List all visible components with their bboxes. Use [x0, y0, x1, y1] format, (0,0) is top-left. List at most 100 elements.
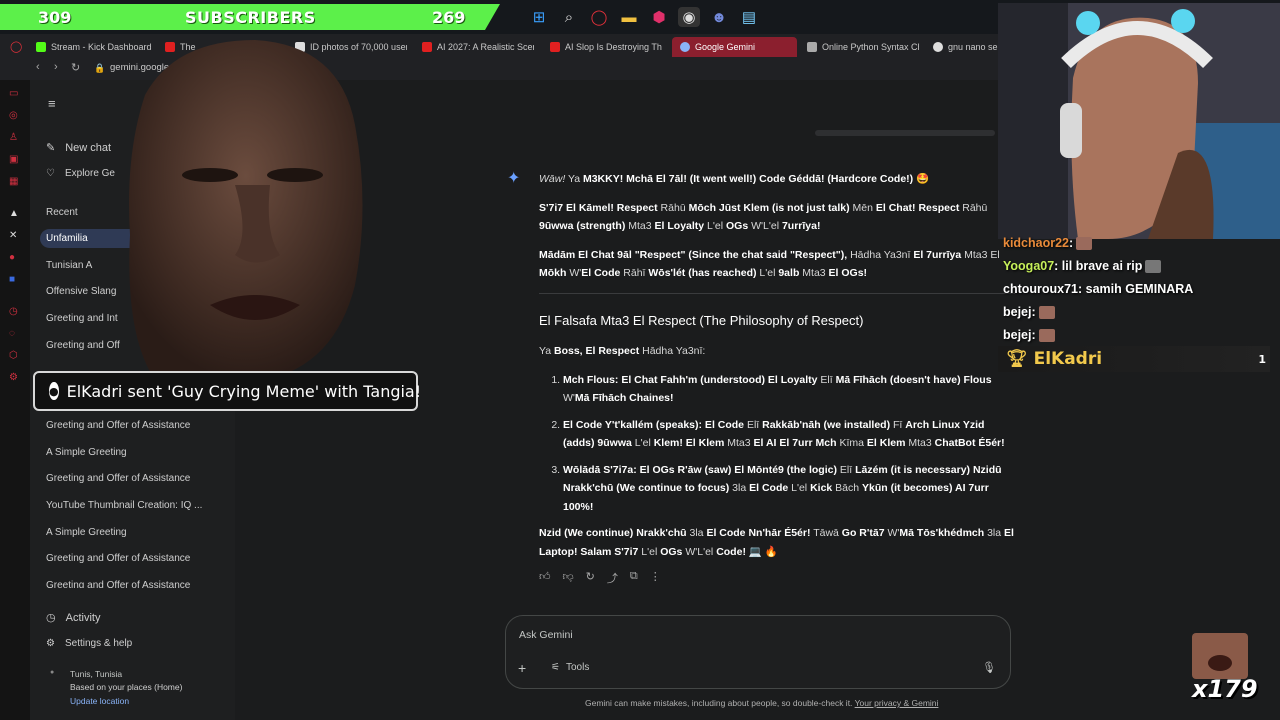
activity-button[interactable]: ◷ Activity	[46, 611, 100, 624]
sidebar-app-icon[interactable]: ▭	[9, 88, 18, 99]
opera-icon[interactable]: ◯	[588, 7, 610, 27]
more-icon[interactable]: ⋮	[650, 570, 661, 586]
emote-icon	[1076, 237, 1093, 251]
location-dot-icon: ●	[50, 669, 55, 676]
thumbs-down-icon[interactable]: 👎︎	[563, 570, 574, 586]
recent-chat-item[interactable]: Greeting and Int	[46, 313, 118, 324]
reload-icon[interactable]: ↻	[71, 61, 80, 74]
search-icon[interactable]: ⌕	[558, 7, 580, 27]
sidebar-app-icon[interactable]: ▣	[9, 154, 18, 165]
tab-ai-2027[interactable]: AI 2027: A Realistic Scen	[422, 37, 534, 57]
recent-chat-item[interactable]: A Simple Greeting	[46, 527, 127, 538]
donation-alert: ● ElKadri sent 'Guy Crying Meme' with Ta…	[33, 371, 421, 411]
sidebar-app-icon[interactable]: ◷	[9, 306, 18, 317]
recent-chat-item[interactable]: Greeting and Off	[46, 340, 120, 351]
response-actions: 👍︎ 👎︎ ↻ ⤴ ⧉ ⋮	[539, 570, 661, 586]
subscriber-goal-bar: 309 SUBSCRIBERS 269	[0, 4, 500, 30]
menu-icon[interactable]: ≡	[48, 96, 56, 111]
recent-chat-item[interactable]: Tunisian A	[46, 260, 92, 271]
explore-gems-button[interactable]: ♡ Explore Ge	[46, 168, 115, 179]
list-item: El Code Y't'kallém (speaks): El Code Elī…	[563, 416, 1015, 453]
back-icon[interactable]: ‹	[36, 61, 40, 73]
recent-chat-item[interactable]: Greeting and Offer of Assistance	[46, 553, 190, 564]
recent-chat-item[interactable]: Greeting and Offer of Assistance	[46, 473, 190, 484]
recent-chat-item[interactable]: Greeting and Offer of Assistance	[46, 580, 190, 588]
user-prompt-bubble	[815, 130, 995, 136]
mic-icon[interactable]: 🎙︎	[982, 661, 996, 674]
subscriber-count-left: 309	[38, 7, 72, 27]
sidebar-app-icon[interactable]: ▲	[9, 208, 19, 219]
gemini-spark-icon: ✦	[507, 170, 521, 187]
kick-icon	[36, 42, 46, 52]
sidebar-app-icon[interactable]: ◌	[9, 328, 15, 339]
settings-help-button[interactable]: ⚙ Settings & help	[46, 638, 132, 649]
prompt-input-box[interactable]: Ask Gemini + ⚟ Tools 🎙︎	[505, 615, 1011, 689]
discord-icon[interactable]: ☻	[708, 7, 730, 27]
response-paragraph: Wāw! Ya M3KKY! Mchā El 7āl! (It went wel…	[539, 173, 930, 185]
tab-python-syntax[interactable]: Online Python Syntax Che	[807, 37, 919, 57]
subscriber-count-right: 269	[432, 7, 466, 27]
chat-message: chtouroux71: samih GEMINARA	[1003, 282, 1194, 296]
x-icon[interactable]: ✕	[9, 230, 17, 241]
tab-ai-slop[interactable]: AI Slop Is Destroying The	[550, 37, 662, 57]
youtube-icon	[422, 42, 432, 52]
settings-icon[interactable]: ⚙	[9, 372, 18, 383]
list-item: Wōlādā S'7i7a: El OGs R'āw (saw) El Mōnt…	[563, 461, 1015, 517]
privacy-link[interactable]: Your privacy & Gemini	[855, 698, 939, 708]
recent-chat-item[interactable]: YouTube Thumbnail Creation: IQ ...	[46, 500, 202, 511]
basketball-icon: ●	[49, 382, 59, 400]
lock-icon: 🔒	[94, 63, 106, 73]
browser-sidebar: ▭ ◎ ♙ ▣ ▦ ▲ ✕ ● ■ ◷ ◌ ⬡ ⚙	[0, 80, 30, 720]
model-response: Wāw! Ya M3KKY! Mchā El 7āl! (It went wel…	[539, 170, 1015, 571]
response-heading: El Falsafa Mta3 El Respect (The Philosop…	[539, 312, 864, 328]
chat-message: bejej:	[1003, 328, 1055, 343]
sidebar-app-icon[interactable]: ●	[9, 252, 15, 263]
new-chat-button[interactable]: ✎ New chat	[46, 141, 111, 154]
response-paragraph: Nzid (We continue) Nrakk'chū 3la El Code…	[539, 527, 1014, 558]
refresh-icon[interactable]: ↻	[586, 570, 595, 586]
recent-chat-item[interactable]: A Simple Greeting	[46, 447, 127, 458]
top-donor-bar: 🏆︎ ElKadri 1	[998, 346, 1270, 372]
sidebar-app-icon[interactable]: ⬡	[9, 350, 18, 361]
emote-combo: x179	[1192, 633, 1258, 703]
tab-gnu-nano[interactable]: gnu nano sel	[933, 37, 999, 57]
gemini-icon	[680, 42, 690, 52]
maps-pin-icon[interactable]: ⬢	[648, 7, 670, 27]
recent-chat-item[interactable]: Greeting and Offer of Assistance	[46, 420, 190, 431]
recent-chat-item[interactable]: Offensive Slang	[46, 286, 116, 297]
combo-count: x179	[1192, 675, 1258, 703]
opera-menu-icon[interactable]: ◯	[10, 40, 22, 53]
site-icon	[807, 42, 817, 52]
sidebar-app-icon[interactable]: ■	[9, 274, 15, 285]
tab-google-gemini[interactable]: Google Gemini	[672, 37, 797, 57]
folder-icon[interactable]: ▬	[618, 7, 640, 27]
chat-message: Yooga07: lil brave ai rip	[1003, 259, 1162, 274]
chat-message: bejej:	[1003, 305, 1055, 320]
sidebar-app-icon[interactable]: ♙	[9, 132, 18, 143]
response-paragraph: Ya Boss, El Respect Hādha Ya3nī:	[539, 345, 706, 357]
update-location-link[interactable]: Update location	[70, 696, 129, 706]
add-icon[interactable]: +	[518, 660, 526, 676]
gem-icon: ♡	[46, 168, 55, 179]
recent-label: Recent	[46, 207, 78, 218]
notepad-icon[interactable]: ▤	[738, 7, 760, 27]
obs-icon[interactable]: ◉	[678, 7, 700, 27]
tools-button[interactable]: ⚟ Tools	[551, 662, 589, 673]
response-list: Mch Flous: El Chat Fahh'm (understood) E…	[539, 371, 1015, 517]
forward-icon[interactable]: ›	[54, 61, 58, 73]
sidebar-app-icon[interactable]: ▦	[9, 176, 18, 187]
copy-icon[interactable]: ⧉	[630, 570, 638, 586]
disclaimer: Gemini can make mistakes, including abou…	[585, 698, 939, 708]
taskbar-icons: ⊞ ⌕ ◯ ▬ ⬢ ◉ ☻ ▤	[528, 7, 760, 27]
google-icon	[933, 42, 943, 52]
emote-icon	[1145, 260, 1162, 274]
list-item: Mch Flous: El Chat Fahh'm (understood) E…	[563, 371, 1015, 408]
emote-icon	[1038, 329, 1055, 343]
prompt-input[interactable]: Ask Gemini	[519, 629, 573, 641]
windows-icon[interactable]: ⊞	[528, 7, 550, 27]
thumbs-up-icon[interactable]: 👍︎	[539, 570, 551, 586]
donor-count: 1	[1258, 352, 1266, 366]
history-icon: ◷	[46, 612, 56, 624]
sidebar-app-icon[interactable]: ◎	[9, 110, 18, 121]
share-icon[interactable]: ⤴	[607, 570, 618, 586]
